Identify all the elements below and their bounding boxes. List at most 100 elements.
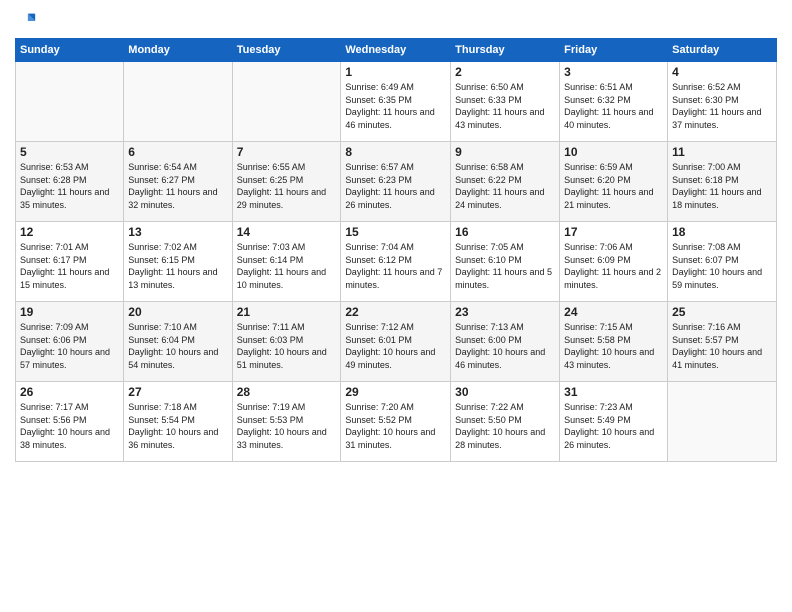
calendar-week-0: 1 Sunrise: 6:49 AM Sunset: 6:35 PM Daylig… [16, 62, 777, 142]
day-info: Sunrise: 7:02 AM Sunset: 6:15 PM Dayligh… [128, 241, 227, 291]
calendar-cell: 27 Sunrise: 7:18 AM Sunset: 5:54 PM Dayli… [124, 382, 232, 462]
day-number: 5 [20, 145, 119, 159]
calendar-cell: 5 Sunrise: 6:53 AM Sunset: 6:28 PM Daylig… [16, 142, 124, 222]
day-number: 24 [564, 305, 663, 319]
day-info: Sunrise: 6:52 AM Sunset: 6:30 PM Dayligh… [672, 81, 772, 131]
day-header-monday: Monday [124, 39, 232, 62]
day-info: Sunrise: 7:23 AM Sunset: 5:49 PM Dayligh… [564, 401, 663, 451]
day-header-tuesday: Tuesday [232, 39, 341, 62]
day-info: Sunrise: 7:08 AM Sunset: 6:07 PM Dayligh… [672, 241, 772, 291]
calendar-cell: 30 Sunrise: 7:22 AM Sunset: 5:50 PM Dayli… [451, 382, 560, 462]
calendar-cell: 1 Sunrise: 6:49 AM Sunset: 6:35 PM Daylig… [341, 62, 451, 142]
day-info: Sunrise: 7:12 AM Sunset: 6:01 PM Dayligh… [345, 321, 446, 371]
calendar-cell: 12Sunrise: 7:01 AM Sunset: 6:17 PM Dayli… [16, 222, 124, 302]
day-number: 27 [128, 385, 227, 399]
calendar-cell: 9 Sunrise: 6:58 AM Sunset: 6:22 PM Daylig… [451, 142, 560, 222]
calendar-cell: 3 Sunrise: 6:51 AM Sunset: 6:32 PM Daylig… [560, 62, 668, 142]
day-number: 22 [345, 305, 446, 319]
calendar-week-4: 26 Sunrise: 7:17 AM Sunset: 5:56 PM Dayli… [16, 382, 777, 462]
logo-icon [15, 10, 37, 32]
day-number: 15 [345, 225, 446, 239]
day-info: Sunrise: 7:00 AM Sunset: 6:18 PM Dayligh… [672, 161, 772, 211]
day-number: 3 [564, 65, 663, 79]
day-info: Sunrise: 6:53 AM Sunset: 6:28 PM Dayligh… [20, 161, 119, 211]
calendar-cell: 13 Sunrise: 7:02 AM Sunset: 6:15 PM Dayli… [124, 222, 232, 302]
calendar-cell: 14 Sunrise: 7:03 AM Sunset: 6:14 PM Dayli… [232, 222, 341, 302]
calendar-cell: 19 Sunrise: 7:09 AM Sunset: 6:06 PM Dayli… [16, 302, 124, 382]
calendar-week-3: 19 Sunrise: 7:09 AM Sunset: 6:06 PM Dayli… [16, 302, 777, 382]
calendar-cell [668, 382, 777, 462]
day-number: 28 [237, 385, 337, 399]
day-number: 18 [672, 225, 772, 239]
calendar-cell: 6 Sunrise: 6:54 AM Sunset: 6:27 PM Daylig… [124, 142, 232, 222]
day-info: Sunrise: 7:11 AM Sunset: 6:03 PM Dayligh… [237, 321, 337, 371]
day-number: 16 [455, 225, 555, 239]
day-info: Sunrise: 7:17 AM Sunset: 5:56 PM Dayligh… [20, 401, 119, 451]
calendar-cell: 2 Sunrise: 6:50 AM Sunset: 6:33 PM Daylig… [451, 62, 560, 142]
day-info: Sunrise: 7:05 AM Sunset: 6:10 PM Dayligh… [455, 241, 555, 291]
calendar-cell: 23Sunrise: 7:13 AM Sunset: 6:00 PM Dayli… [451, 302, 560, 382]
day-info: Sunrise: 6:51 AM Sunset: 6:32 PM Dayligh… [564, 81, 663, 131]
day-header-wednesday: Wednesday [341, 39, 451, 62]
calendar-cell: 21 Sunrise: 7:11 AM Sunset: 6:03 PM Dayli… [232, 302, 341, 382]
day-number: 1 [345, 65, 446, 79]
day-number: 14 [237, 225, 337, 239]
day-number: 17 [564, 225, 663, 239]
day-number: 8 [345, 145, 446, 159]
day-number: 20 [128, 305, 227, 319]
day-info: Sunrise: 7:18 AM Sunset: 5:54 PM Dayligh… [128, 401, 227, 451]
calendar-cell: 10Sunrise: 6:59 AM Sunset: 6:20 PM Dayli… [560, 142, 668, 222]
calendar-cell: 24 Sunrise: 7:15 AM Sunset: 5:58 PM Dayli… [560, 302, 668, 382]
calendar-cell: 28Sunrise: 7:19 AM Sunset: 5:53 PM Dayli… [232, 382, 341, 462]
day-number: 30 [455, 385, 555, 399]
calendar-cell: 7Sunrise: 6:55 AM Sunset: 6:25 PM Daylig… [232, 142, 341, 222]
logo [15, 10, 41, 32]
day-header-friday: Friday [560, 39, 668, 62]
day-info: Sunrise: 6:54 AM Sunset: 6:27 PM Dayligh… [128, 161, 227, 211]
day-info: Sunrise: 6:55 AM Sunset: 6:25 PM Dayligh… [237, 161, 337, 211]
calendar-cell [232, 62, 341, 142]
day-info: Sunrise: 7:01 AM Sunset: 6:17 PM Dayligh… [20, 241, 119, 291]
day-number: 13 [128, 225, 227, 239]
day-info: Sunrise: 6:57 AM Sunset: 6:23 PM Dayligh… [345, 161, 446, 211]
calendar-cell: 26 Sunrise: 7:17 AM Sunset: 5:56 PM Dayli… [16, 382, 124, 462]
day-number: 21 [237, 305, 337, 319]
day-header-thursday: Thursday [451, 39, 560, 62]
day-number: 29 [345, 385, 446, 399]
day-info: Sunrise: 6:49 AM Sunset: 6:35 PM Dayligh… [345, 81, 446, 131]
calendar-cell: 11 Sunrise: 7:00 AM Sunset: 6:18 PM Dayli… [668, 142, 777, 222]
calendar-header-row: SundayMondayTuesdayWednesdayThursdayFrid… [16, 39, 777, 62]
day-header-saturday: Saturday [668, 39, 777, 62]
header [15, 10, 777, 32]
calendar-cell: 16 Sunrise: 7:05 AM Sunset: 6:10 PM Dayli… [451, 222, 560, 302]
day-info: Sunrise: 7:22 AM Sunset: 5:50 PM Dayligh… [455, 401, 555, 451]
calendar-cell [16, 62, 124, 142]
calendar-week-2: 12Sunrise: 7:01 AM Sunset: 6:17 PM Dayli… [16, 222, 777, 302]
day-info: Sunrise: 7:20 AM Sunset: 5:52 PM Dayligh… [345, 401, 446, 451]
day-info: Sunrise: 7:04 AM Sunset: 6:12 PM Dayligh… [345, 241, 446, 291]
calendar-cell: 22 Sunrise: 7:12 AM Sunset: 6:01 PM Dayli… [341, 302, 451, 382]
day-number: 9 [455, 145, 555, 159]
calendar-cell: 17Sunrise: 7:06 AM Sunset: 6:09 PM Dayli… [560, 222, 668, 302]
calendar-week-1: 5 Sunrise: 6:53 AM Sunset: 6:28 PM Daylig… [16, 142, 777, 222]
day-number: 31 [564, 385, 663, 399]
day-number: 6 [128, 145, 227, 159]
day-number: 2 [455, 65, 555, 79]
day-info: Sunrise: 7:15 AM Sunset: 5:58 PM Dayligh… [564, 321, 663, 371]
calendar-cell: 15 Sunrise: 7:04 AM Sunset: 6:12 PM Dayli… [341, 222, 451, 302]
day-info: Sunrise: 7:03 AM Sunset: 6:14 PM Dayligh… [237, 241, 337, 291]
day-info: Sunrise: 7:09 AM Sunset: 6:06 PM Dayligh… [20, 321, 119, 371]
day-info: Sunrise: 6:58 AM Sunset: 6:22 PM Dayligh… [455, 161, 555, 211]
day-number: 26 [20, 385, 119, 399]
calendar-cell: 20 Sunrise: 7:10 AM Sunset: 6:04 PM Dayli… [124, 302, 232, 382]
day-number: 10 [564, 145, 663, 159]
day-number: 4 [672, 65, 772, 79]
day-info: Sunrise: 6:50 AM Sunset: 6:33 PM Dayligh… [455, 81, 555, 131]
day-header-sunday: Sunday [16, 39, 124, 62]
calendar-cell: 29 Sunrise: 7:20 AM Sunset: 5:52 PM Dayli… [341, 382, 451, 462]
day-number: 19 [20, 305, 119, 319]
calendar-cell: 8 Sunrise: 6:57 AM Sunset: 6:23 PM Daylig… [341, 142, 451, 222]
day-number: 11 [672, 145, 772, 159]
calendar-cell: 31 Sunrise: 7:23 AM Sunset: 5:49 PM Dayli… [560, 382, 668, 462]
day-info: Sunrise: 7:10 AM Sunset: 6:04 PM Dayligh… [128, 321, 227, 371]
